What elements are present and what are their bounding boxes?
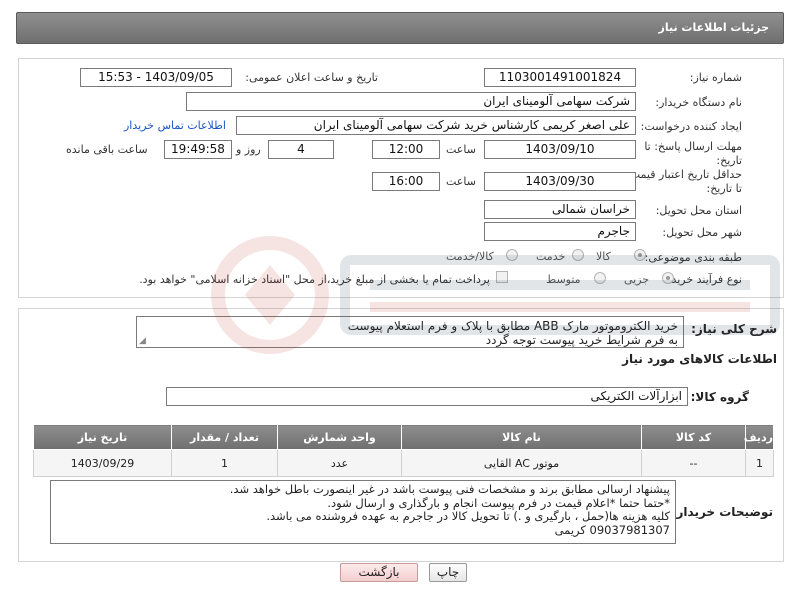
- purchase-radio-medium[interactable]: [594, 272, 606, 284]
- cell-unit: عدد: [277, 449, 402, 477]
- need-description-text: خرید الکتروموتور مارک ABB مطابق با پلاک …: [136, 316, 684, 348]
- city-label: شهر محل تحویل:: [662, 226, 742, 239]
- col-header-name: نام کالا: [401, 424, 642, 450]
- creator-label: ایجاد کننده درخواست:: [640, 120, 742, 133]
- goods-group-field: ابزارآلات الکتریکی: [166, 387, 688, 406]
- goods-group-label: گروه کالا:: [690, 390, 749, 404]
- goods-table-header: ردیف کد کالا نام کالا واحد شمارش تعداد /…: [33, 424, 774, 450]
- resize-grip-icon: ◢: [139, 336, 146, 346]
- price-validity-time-label: ساعت: [446, 175, 476, 188]
- announce-datetime-label: تاریخ و ساعت اعلان عمومی:: [245, 71, 378, 84]
- category-radio-service[interactable]: [572, 249, 584, 261]
- category-radio-goods[interactable]: [634, 249, 646, 261]
- cell-row-number: 1: [745, 449, 774, 477]
- category-option-goods: کالا: [596, 250, 611, 263]
- purchase-option-minor: جزیی: [624, 273, 650, 286]
- col-header-row: ردیف: [744, 424, 774, 450]
- category-label: طبقه بندی موضوعی:: [644, 251, 742, 264]
- price-validity-date-field: 1403/09/30: [484, 172, 636, 191]
- creator-field: علی اصغر کریمی کارشناس خرید شرکت سهامی آ…: [236, 116, 636, 135]
- buyer-org-label: نام دستگاه خریدار:: [655, 96, 742, 109]
- page-title: جزئیات اطلاعات نیاز: [658, 21, 770, 34]
- reply-deadline-label: مهلت ارسال پاسخ: تا تاریخ:: [644, 140, 742, 167]
- table-row: 1 -- موتور AC القایی عدد 1 1403/09/29: [33, 449, 774, 477]
- col-header-quantity: تعداد / مقدار: [171, 424, 278, 450]
- price-validity-time-field: 16:00: [372, 172, 440, 191]
- reply-time-field: 12:00: [372, 140, 440, 159]
- purchase-type-label: نوع فرآیند خرید :: [664, 273, 742, 286]
- purchase-radio-minor[interactable]: [662, 272, 674, 284]
- col-header-unit: واحد شمارش: [277, 424, 402, 450]
- category-option-service: خدمت: [536, 250, 566, 263]
- goods-table: ردیف کد کالا نام کالا واحد شمارش تعداد /…: [33, 424, 774, 477]
- page-header: جزئیات اطلاعات نیاز: [16, 12, 784, 44]
- goods-info-title: اطلاعات کالاهای مورد نیاز: [622, 352, 777, 366]
- buyer-contact-link[interactable]: اطلاعات تماس خریدار: [124, 119, 226, 132]
- reply-date-field: 1403/09/10: [484, 140, 636, 159]
- remaining-time-label: ساعت باقی مانده: [66, 143, 148, 156]
- province-field: خراسان شمالی: [484, 200, 636, 219]
- buyer-notes-label: توضیحات خریدار:: [671, 505, 773, 519]
- col-header-code: کد کالا: [641, 424, 746, 450]
- reply-time-label: ساعت: [446, 143, 476, 156]
- cell-quantity: 1: [171, 449, 278, 477]
- category-radio-goods-service[interactable]: [506, 249, 518, 261]
- category-option-goods-service: کالا/خدمت: [446, 250, 494, 263]
- cell-need-date: 1403/09/29: [33, 449, 172, 477]
- province-label: استان محل تحویل:: [655, 204, 742, 217]
- back-button[interactable]: بازگشت: [340, 563, 418, 582]
- print-button[interactable]: چاپ: [429, 563, 467, 582]
- purchase-option-medium: متوسط: [546, 273, 581, 286]
- need-number-field: 1103001491001824: [484, 68, 636, 87]
- treasury-payment-note: پرداخت تمام یا بخشی از مبلغ خرید،از محل …: [139, 273, 490, 286]
- buyer-notes-text: پیشنهاد ارسالی مطابق برند و مشخصات فنی پ…: [50, 480, 676, 544]
- treasury-payment-checkbox[interactable]: [496, 271, 508, 283]
- col-header-need-date: تاریخ نیاز: [33, 424, 172, 450]
- cell-goods-code: --: [641, 449, 746, 477]
- city-field: جاجرم: [484, 222, 636, 241]
- cell-goods-name: موتور AC القایی: [401, 449, 642, 477]
- remaining-days-field: 4: [268, 140, 334, 159]
- need-number-label: شماره نیاز:: [689, 71, 742, 84]
- days-label: روز و: [236, 143, 261, 156]
- announce-datetime-field: 1403/09/05 - 15:53: [80, 68, 232, 87]
- remaining-time-field: 19:49:58: [164, 140, 232, 159]
- price-validity-label: حداقل تاریخ اعتبار قیمت: تا تاریخ:: [626, 168, 742, 195]
- need-description-label: شرح کلی نیاز:: [691, 322, 777, 336]
- buyer-org-field: شرکت سهامی آلومینای ایران: [186, 92, 636, 111]
